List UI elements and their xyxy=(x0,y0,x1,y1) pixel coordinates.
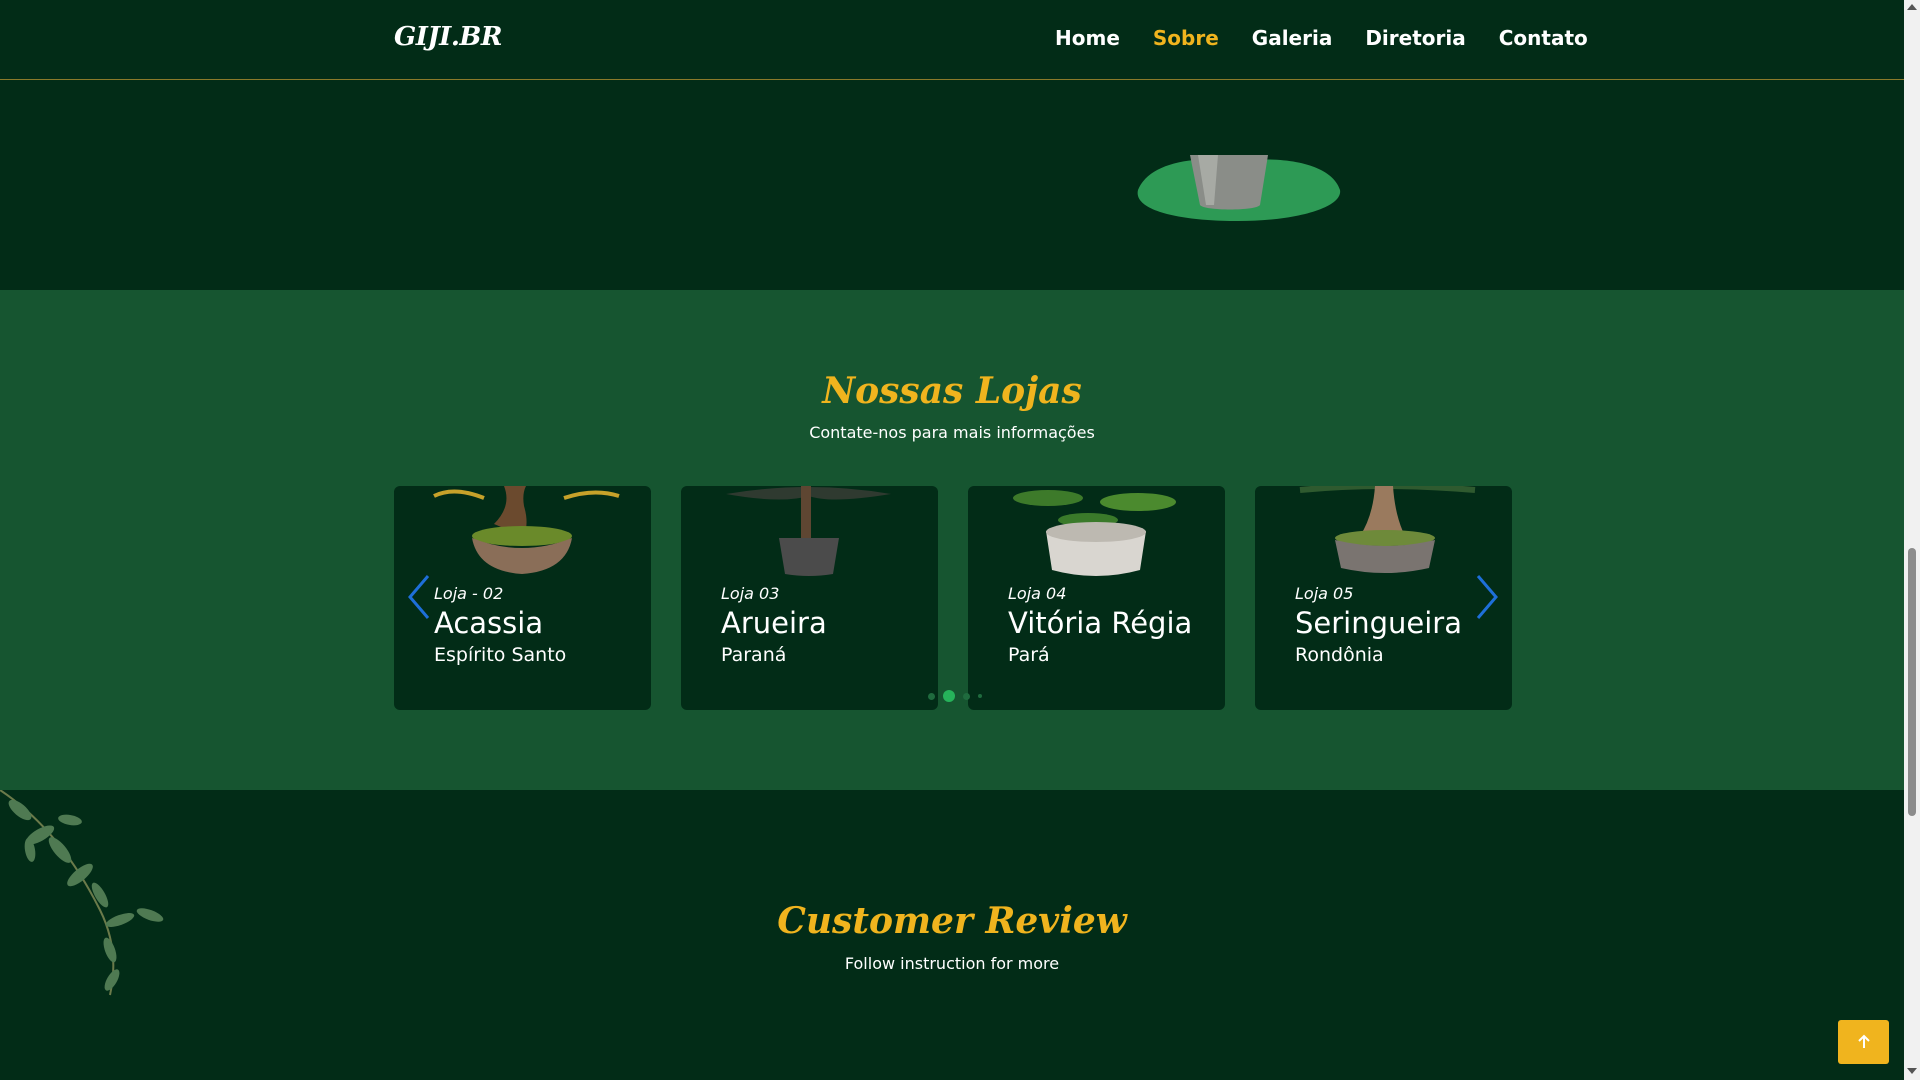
review-title: Customer Review xyxy=(777,900,1127,942)
site-logo[interactable]: GIJI.BR xyxy=(394,22,502,52)
store-state: Paraná xyxy=(721,644,787,666)
chevron-left-icon[interactable] xyxy=(404,572,434,622)
arrow-up-icon xyxy=(1857,1034,1870,1048)
back-to-top-button[interactable] xyxy=(1838,1020,1889,1064)
pagination-dot-active[interactable] xyxy=(943,690,955,702)
store-name: Acassia xyxy=(434,606,544,640)
store-name: Seringueira xyxy=(1295,606,1462,640)
bonsai-image xyxy=(726,486,891,576)
chevron-right-icon[interactable] xyxy=(1472,572,1502,622)
scroll-up-arrow[interactable] xyxy=(1907,4,1917,10)
pagination-dot[interactable] xyxy=(963,692,970,700)
store-number: Loja 04 xyxy=(1008,584,1067,603)
store-state: Rondônia xyxy=(1295,644,1384,666)
page-scrollbar[interactable] xyxy=(1904,0,1920,1080)
nav-contato[interactable]: Contato xyxy=(1499,26,1588,50)
pagination-dot[interactable] xyxy=(978,694,982,698)
store-state: Pará xyxy=(1008,644,1050,666)
pagination-dot[interactable] xyxy=(928,692,935,700)
nav-sobre[interactable]: Sobre xyxy=(1153,26,1219,50)
nav-home[interactable]: Home xyxy=(1055,26,1120,50)
stores-section: Nossas Lojas Contate-nos para mais infor… xyxy=(0,290,1904,790)
store-name: Vitória Régia xyxy=(1008,606,1193,640)
store-name: Arueira xyxy=(721,606,827,640)
carousel-pagination xyxy=(928,690,982,702)
nav-galeria[interactable]: Galeria xyxy=(1252,26,1333,50)
store-number: Loja 05 xyxy=(1295,584,1354,603)
bonsai-image xyxy=(433,486,620,574)
store-number: Loja 03 xyxy=(721,584,780,603)
scroll-down-arrow[interactable] xyxy=(1907,1068,1917,1074)
review-subtitle: Follow instruction for more xyxy=(844,954,1060,973)
stores-title: Nossas Lojas xyxy=(822,370,1082,412)
water-lily-image xyxy=(1013,490,1176,576)
store-card[interactable]: Loja 03 Arueira Paraná xyxy=(681,486,938,710)
store-number: Loja - 02 xyxy=(434,584,504,603)
store-card[interactable]: Loja 04 Vitória Régia Pará xyxy=(968,486,1225,710)
main-nav: Home Sobre Galeria Diretoria Contato xyxy=(1055,26,1588,50)
review-section: Customer Review Follow instruction for m… xyxy=(0,790,1904,1080)
stores-subtitle: Contate-nos para mais informações xyxy=(809,423,1095,442)
hero-plant-image xyxy=(1137,155,1341,221)
store-state: Espírito Santo xyxy=(434,644,567,666)
nav-diretoria[interactable]: Diretoria xyxy=(1365,26,1465,50)
bonsai-image xyxy=(1299,486,1476,573)
hero-section xyxy=(0,80,1904,290)
scroll-thumb[interactable] xyxy=(1908,548,1916,816)
site-header: GIJI.BR Home Sobre Galeria Diretoria Con… xyxy=(0,0,1904,80)
